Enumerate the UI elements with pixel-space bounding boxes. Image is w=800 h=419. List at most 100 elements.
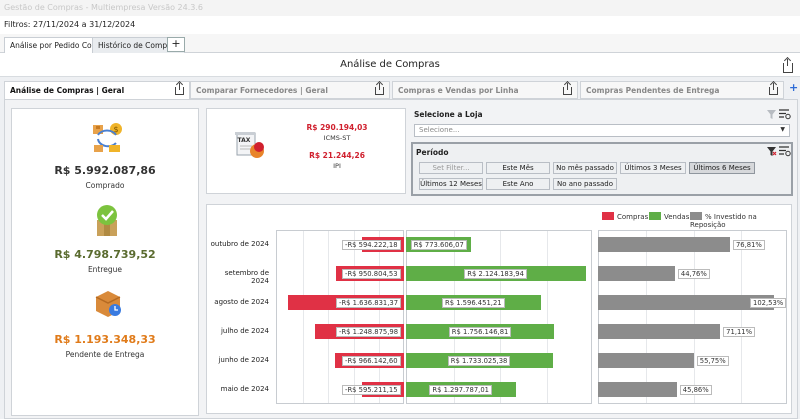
category-label: agosto de 2024	[214, 297, 269, 306]
export-icon[interactable]	[175, 83, 184, 95]
grid-line	[379, 231, 381, 403]
store-select[interactable]: Selecione... ▼	[414, 124, 790, 137]
data-label: -R$ 950.804,53	[342, 268, 401, 279]
icms-value: R$ 290.194,03	[306, 123, 368, 132]
page-header: Análise de Compras	[0, 53, 800, 77]
chart-pane	[598, 230, 787, 404]
period-6-meses-button[interactable]: Últimos 6 Meses	[689, 162, 755, 174]
data-label: R$ 1.297.787,01	[429, 384, 492, 395]
category-label: outubro de 2024	[210, 239, 269, 248]
tax-icon-text: TAX	[238, 137, 251, 144]
filters-label: Filtros: 27/11/2024 a 31/12/2024	[0, 16, 800, 34]
tab-label: Comparar Fornecedores | Geral	[196, 86, 328, 95]
grid-line	[646, 231, 648, 403]
purchase-icon: $	[93, 123, 122, 152]
data-label: -R$ 595.211,15	[342, 384, 401, 395]
chart-bar[interactable]	[598, 237, 730, 252]
chart-bar[interactable]	[598, 295, 775, 310]
data-label: R$ 1.596.451,21	[441, 297, 505, 308]
store-label: Selecione a Loja	[414, 110, 483, 119]
category-label: junho de 2024	[218, 355, 269, 364]
page-title: Análise de Compras	[340, 59, 440, 70]
summary-card: $ R$ 5.992.087,86 Comprado R$ 4.798.739,…	[11, 108, 199, 416]
tax-card: TAX R$ 290.194,03 ICMS-ST R$ 21.244,26 I…	[206, 108, 406, 194]
tax-icon: TAX	[235, 132, 264, 158]
grid-line	[546, 231, 548, 403]
category-label: julho de 2024	[220, 326, 269, 335]
data-label: 76,81%	[732, 239, 765, 250]
data-label: -R$ 966.142,60	[342, 355, 401, 366]
data-label: 71,11%	[723, 326, 756, 337]
tab-compras-vendas-linha[interactable]: Compras e Vendas por Linha	[392, 81, 578, 99]
data-label: -R$ 1.636.831,37	[336, 297, 402, 308]
add-tab-icon[interactable]: +	[167, 37, 185, 52]
grid-line	[693, 231, 695, 403]
tab-comparar-fornecedores[interactable]: Comparar Fornecedores | Geral	[190, 81, 390, 99]
tab-label: Análise de Compras | Geral	[10, 86, 125, 95]
grid-line	[453, 231, 455, 403]
pending-delivery-icon	[95, 291, 121, 317]
store-select-placeholder: Selecione...	[419, 126, 460, 134]
tab-label: Compras Pendentes de Entrega	[586, 86, 720, 95]
chart-plot-area: outubro de 2024 -R$ 594.222,18 R$ 773.606,…	[207, 205, 793, 415]
category-label: setembro de 2024	[224, 268, 269, 285]
data-label: R$ 1.733.025,38	[447, 355, 511, 366]
top-tab-bar: Análise por Pedido Compra Histórico de C…	[0, 34, 800, 54]
entregue-value: R$ 4.798.739,52	[54, 248, 156, 261]
filter-clear-icon[interactable]	[767, 110, 777, 119]
grid-line	[740, 231, 742, 403]
data-label: R$ 2.124.183,94	[464, 268, 527, 279]
period-set-filter-button[interactable]: Set Filter...	[419, 162, 483, 174]
period-este-ano-button[interactable]: Este Ano	[486, 178, 550, 190]
filter-options-icon[interactable]	[779, 109, 791, 120]
export-icon[interactable]	[783, 59, 793, 73]
comprado-value: R$ 5.992.087,86	[54, 164, 156, 177]
period-mes-passado-button[interactable]: No mês passado	[553, 162, 617, 174]
comprado-label: Comprado	[85, 181, 125, 190]
period-3-meses-button[interactable]: Últimos 3 Meses	[620, 162, 686, 174]
grid-line	[353, 231, 355, 403]
data-label: 55,75%	[696, 355, 729, 366]
chart-pane	[276, 230, 404, 404]
chart-bar[interactable]	[598, 382, 677, 397]
chevron-down-icon: ▼	[780, 126, 785, 133]
grid-line	[302, 231, 304, 403]
data-label: R$ 773.606,07	[410, 239, 467, 250]
data-label: 44,76%	[677, 268, 710, 279]
pendente-label: Pendente de Entrega	[65, 350, 145, 359]
period-ano-passado-button[interactable]: No ano passado	[553, 178, 617, 190]
window-title: Gestão de Compras - Multiempresa Versão …	[0, 0, 800, 16]
data-label: 45,86%	[679, 384, 712, 395]
add-tab-icon[interactable]: +	[789, 81, 798, 94]
data-label: -R$ 1.248.875,98	[336, 326, 402, 337]
chart-bar[interactable]	[598, 353, 694, 368]
tab-analise-geral[interactable]: Análise de Compras | Geral	[4, 81, 190, 100]
delivered-check-icon	[97, 205, 117, 236]
period-label: Período	[416, 148, 449, 157]
icms-label: ICMS-ST	[323, 134, 351, 142]
ipi-value: R$ 21.244,26	[309, 151, 365, 160]
category-label: maio de 2024	[220, 384, 269, 393]
chart-bar[interactable]	[598, 324, 721, 339]
data-label: 102,53%	[750, 297, 787, 308]
export-icon[interactable]	[375, 83, 384, 95]
period-panel: Período Set Filter... Este Mês No mês pa…	[411, 142, 793, 196]
sub-tab-bar: Análise de Compras | Geral Comparar Forn…	[0, 79, 800, 100]
export-icon[interactable]	[769, 83, 778, 95]
chart-bar[interactable]	[598, 266, 675, 281]
filter-options-icon[interactable]	[779, 146, 791, 157]
tab-compras-pendentes[interactable]: Compras Pendentes de Entrega	[580, 81, 784, 99]
entregue-label: Entregue	[87, 265, 123, 274]
filter-clear-icon[interactable]	[767, 147, 777, 156]
pendente-value: R$ 1.193.348,33	[54, 333, 156, 346]
tab-label: Compras e Vendas por Linha	[398, 86, 519, 95]
export-icon[interactable]	[563, 83, 572, 95]
compras-vendas-chart: Compras Vendas % Investido na Reposição …	[206, 204, 792, 414]
data-label: -R$ 594.222,18	[342, 239, 401, 250]
period-12-meses-button[interactable]: Últimos 12 Meses	[419, 178, 483, 190]
grid-line	[328, 231, 330, 403]
data-label: R$ 1.756.146,81	[448, 326, 512, 337]
chart-pane	[406, 230, 592, 404]
dashboard-content: $ R$ 5.992.087,86 Comprado R$ 4.798.739,…	[4, 99, 798, 419]
period-este-mes-button[interactable]: Este Mês	[486, 162, 550, 174]
